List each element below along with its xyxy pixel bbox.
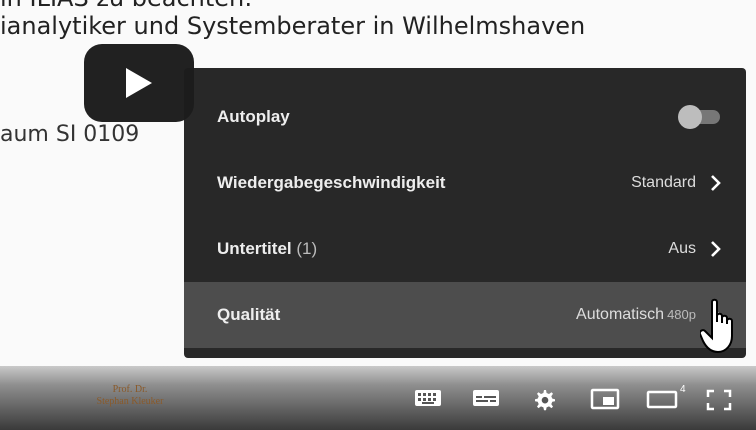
menu-item-quality[interactable]: Qualität Automatisch 480p	[184, 282, 746, 348]
miniplayer-icon[interactable]	[590, 388, 620, 410]
theater-mode-icon[interactable]	[646, 388, 678, 410]
settings-menu: Autoplay Wiedergabegeschwindigkeit Stand…	[184, 68, 746, 358]
menu-item-playback-speed[interactable]: Wiedergabegeschwindigkeit Standard	[184, 150, 746, 216]
player-controls-bar: Prof. Dr. Stephan Kleuker 4	[0, 366, 756, 430]
play-icon	[126, 68, 152, 98]
menu-item-value: Aus	[668, 240, 696, 257]
menu-item-autoplay[interactable]: Autoplay	[184, 84, 746, 150]
settings-gear-icon[interactable]	[532, 388, 556, 412]
badge-count: 4	[680, 384, 686, 395]
menu-item-subtitles[interactable]: Untertitel (1) Aus	[184, 216, 746, 282]
menu-item-label: Qualität	[217, 305, 281, 324]
keyboard-icon[interactable]	[414, 388, 442, 408]
autoplay-toggle[interactable]	[678, 105, 722, 129]
fullscreen-icon[interactable]	[706, 388, 732, 412]
menu-item-value: Automatisch 480p	[576, 306, 696, 323]
subtitles-icon[interactable]	[472, 388, 500, 408]
menu-item-value: Standard	[631, 174, 696, 191]
slide-room-line: aum SI 0109	[0, 122, 140, 147]
video-frame[interactable]: in ILIAS zu beachten: ianalytiker und Sy…	[0, 0, 756, 430]
menu-item-label: Autoplay	[217, 107, 290, 126]
menu-item-label: Wiedergabegeschwindigkeit	[217, 173, 446, 192]
slide-title-line: ianalytiker und Systemberater in Wilhelm…	[0, 12, 586, 40]
play-button[interactable]	[84, 44, 194, 122]
slide-text-fragment: in ILIAS zu beachten:	[0, 0, 252, 12]
menu-item-label: Untertitel (1)	[217, 239, 318, 258]
toggle-knob	[678, 105, 702, 129]
slide-footer-author: Prof. Dr. Stephan Kleuker	[96, 384, 164, 407]
hand-cursor-icon	[700, 298, 733, 354]
chevron-right-icon	[710, 240, 722, 258]
chevron-right-icon	[710, 174, 722, 192]
